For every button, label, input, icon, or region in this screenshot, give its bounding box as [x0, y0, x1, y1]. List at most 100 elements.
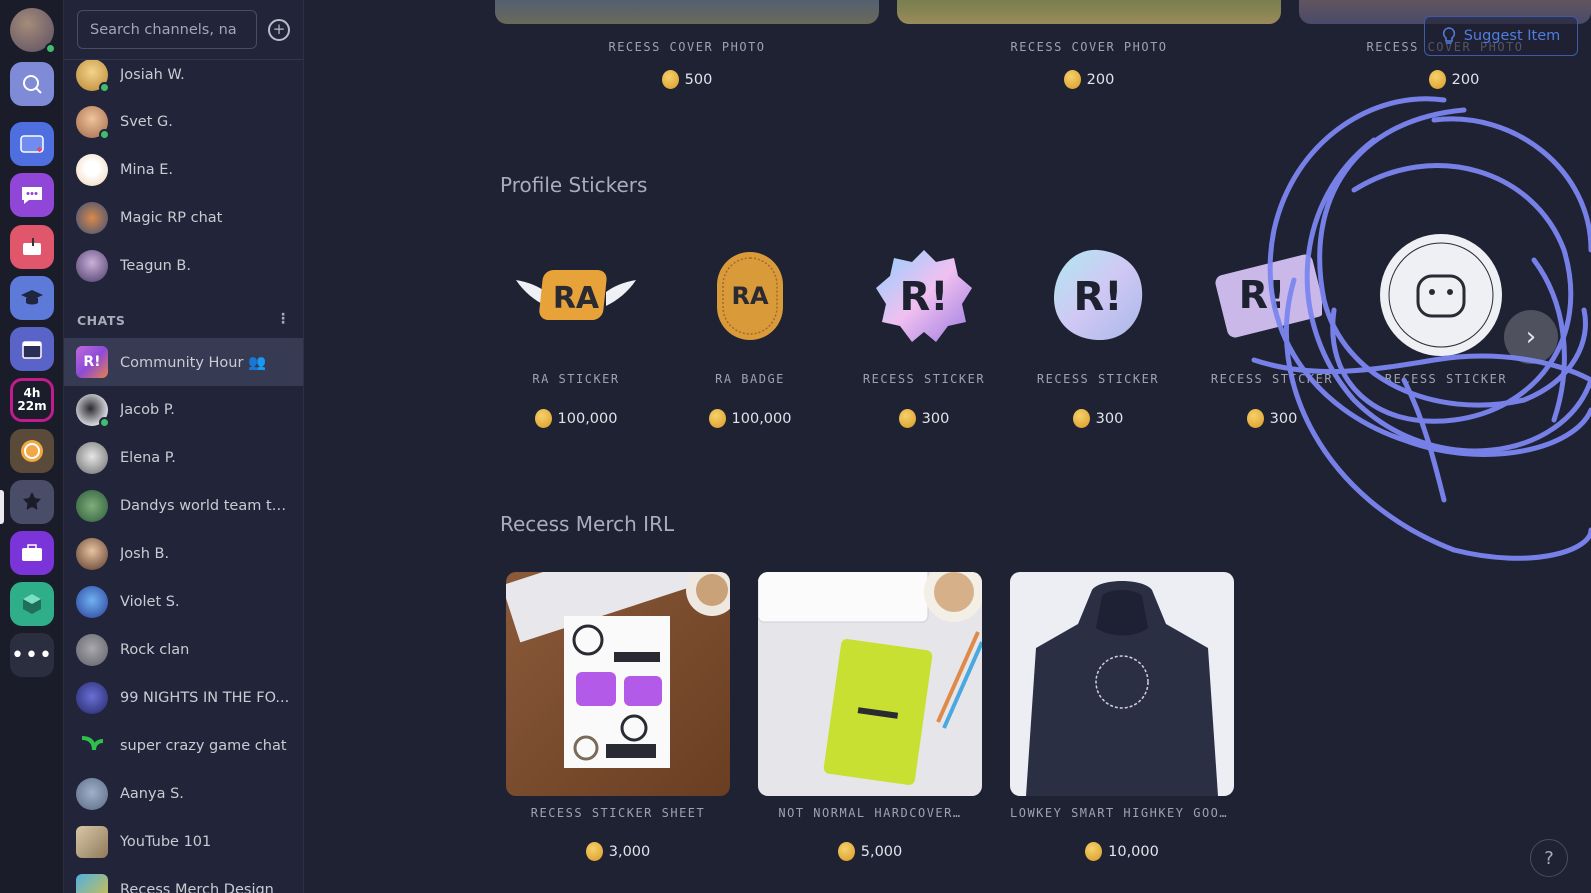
- discover-icon[interactable]: [10, 62, 54, 106]
- graduation-cap-icon: [21, 290, 43, 305]
- price-value: 300: [921, 410, 950, 427]
- avatar: [76, 778, 108, 810]
- item-title: RECESS STICKER: [1036, 372, 1160, 386]
- cover-photo-card[interactable]: [897, 0, 1281, 24]
- ra-wings-icon: RA: [516, 270, 636, 320]
- avatar: [76, 586, 108, 618]
- online-status-icon: [99, 82, 110, 93]
- hoodie-photo: [1026, 581, 1218, 796]
- online-status-icon: [99, 129, 110, 140]
- item-title: NOT NORMAL HARDCOVER…: [778, 806, 962, 820]
- chat-row[interactable]: Recess Merch Design: [64, 866, 303, 893]
- ra-sticker-image[interactable]: RA: [516, 246, 636, 346]
- chat-row[interactable]: 99 NIGHTS IN THE FO...: [64, 674, 303, 722]
- shop-app-icon[interactable]: [10, 480, 54, 524]
- portfolio-app-icon[interactable]: [10, 531, 54, 575]
- chat-row[interactable]: Jacob P.: [64, 386, 303, 434]
- sticker-sheet-photo: [506, 572, 730, 768]
- recess-holo-card-icon: R!: [1215, 254, 1322, 338]
- chat-row[interactable]: YouTube 101: [64, 818, 303, 866]
- coin-icon: [1246, 409, 1264, 428]
- messages-app-icon[interactable]: [10, 173, 54, 217]
- briefcase-icon: [22, 544, 42, 561]
- calendar-icon: [22, 341, 42, 359]
- chat-name: Community Hour 👥: [120, 354, 267, 371]
- notebook-photo: [758, 572, 982, 785]
- item-title: RECESS COVER PHOTO: [1010, 40, 1168, 54]
- channel-sidebar: + Josiah W. Svet G. Mina E. Magic RP cha…: [64, 0, 304, 893]
- chat-name: YouTube 101: [120, 834, 212, 850]
- search-input[interactable]: [77, 10, 257, 49]
- made-2025-seal-icon: [1380, 234, 1502, 356]
- avatar: [76, 106, 110, 140]
- chat-row[interactable]: Violet S.: [64, 578, 303, 626]
- mail-app-icon[interactable]: [10, 225, 54, 269]
- chat-row[interactable]: Dandys world team th...: [64, 482, 303, 530]
- avatar: [76, 682, 108, 714]
- item-title: RA STICKER: [532, 372, 620, 386]
- item-price: 5,000: [758, 842, 982, 861]
- lightbulb-icon: [1442, 27, 1455, 44]
- chat-name: Rock clan: [120, 642, 190, 658]
- contact-row[interactable]: Mina E.: [64, 146, 303, 194]
- help-button[interactable]: ?: [1530, 839, 1568, 877]
- item-title: RECESS STICKER: [1384, 372, 1508, 386]
- ra-badge-image[interactable]: RA: [690, 246, 810, 346]
- avatar: [76, 59, 110, 93]
- calendar-app-icon[interactable]: [10, 327, 54, 371]
- chat-name: Dandys world team th...: [120, 498, 292, 514]
- add-channel-icon[interactable]: +: [268, 19, 290, 41]
- chat-row[interactable]: Josh B.: [64, 530, 303, 578]
- chat-row[interactable]: super crazy game chat: [64, 722, 303, 770]
- active-indicator: [0, 490, 4, 524]
- learn-app-icon[interactable]: [10, 276, 54, 320]
- recess-sticker-art-text: R!: [1239, 273, 1286, 317]
- item-price: 100,000: [516, 409, 636, 428]
- hoodie-image[interactable]: [1010, 572, 1234, 796]
- section-title-profile-stickers: Profile Stickers: [500, 173, 648, 197]
- chat-row-selected[interactable]: R! Community Hour 👥: [64, 338, 303, 386]
- more-apps-button[interactable]: •••: [10, 633, 54, 677]
- contact-row[interactable]: Magic RP chat: [64, 194, 303, 242]
- session-timer[interactable]: 4h 22m: [10, 378, 54, 422]
- suggest-item-button[interactable]: Suggest Item: [1424, 16, 1578, 56]
- cards-app-icon[interactable]: [10, 122, 54, 166]
- contact-row[interactable]: Svet G.: [64, 98, 303, 146]
- item-price: 10,000: [1010, 842, 1234, 861]
- avatar: [76, 154, 108, 186]
- notebook-image[interactable]: [758, 572, 982, 796]
- item-title: LOWKEY SMART HIGHKEY GOOF…: [1010, 806, 1234, 820]
- sprout-icon: [81, 736, 104, 751]
- shop-main: RECESS COVER PHOTO RECESS COVER PHOTO RE…: [304, 0, 1591, 893]
- item-title: RECESS COVER PHOTO: [608, 40, 766, 54]
- search-globe-icon: [23, 75, 42, 94]
- contact-row[interactable]: Teagun B.: [64, 242, 303, 290]
- chat-name: Recess Merch Design: [120, 882, 274, 893]
- item-title: RECESS STICKER: [1210, 372, 1334, 386]
- cards-icon: [20, 135, 44, 153]
- avatar: [76, 490, 108, 522]
- not-normal-sticker-image[interactable]: [1376, 230, 1506, 360]
- contact-name: Magic RP chat: [120, 210, 223, 226]
- item-price: 300: [864, 409, 984, 428]
- chat-row[interactable]: Elena P.: [64, 434, 303, 482]
- chat-row[interactable]: Aanya S.: [64, 770, 303, 818]
- coin-icon: [837, 842, 855, 861]
- chats-menu-icon[interactable]: ⋮: [276, 311, 290, 327]
- recess-sticker-image[interactable]: R!: [864, 246, 984, 346]
- recess-sticker-image[interactable]: R!: [1038, 246, 1158, 346]
- sticker-sheet-image[interactable]: [506, 572, 730, 796]
- app-rail: 4h 22m •••: [0, 0, 64, 893]
- coin-icon: [1428, 70, 1446, 89]
- mailbox-icon: [23, 238, 41, 255]
- carousel-next-button[interactable]: ›: [1504, 310, 1558, 364]
- build-app-icon[interactable]: [10, 582, 54, 626]
- price-value: 100,000: [557, 410, 618, 427]
- chat-row[interactable]: Rock clan: [64, 626, 303, 674]
- recess-sticker-image[interactable]: R!: [1212, 246, 1322, 346]
- timer-app-icon[interactable]: [10, 429, 54, 473]
- avatar: [76, 730, 108, 762]
- item-price: 100,000: [690, 409, 810, 428]
- cover-photo-card[interactable]: [495, 0, 879, 24]
- user-avatar[interactable]: [10, 8, 56, 54]
